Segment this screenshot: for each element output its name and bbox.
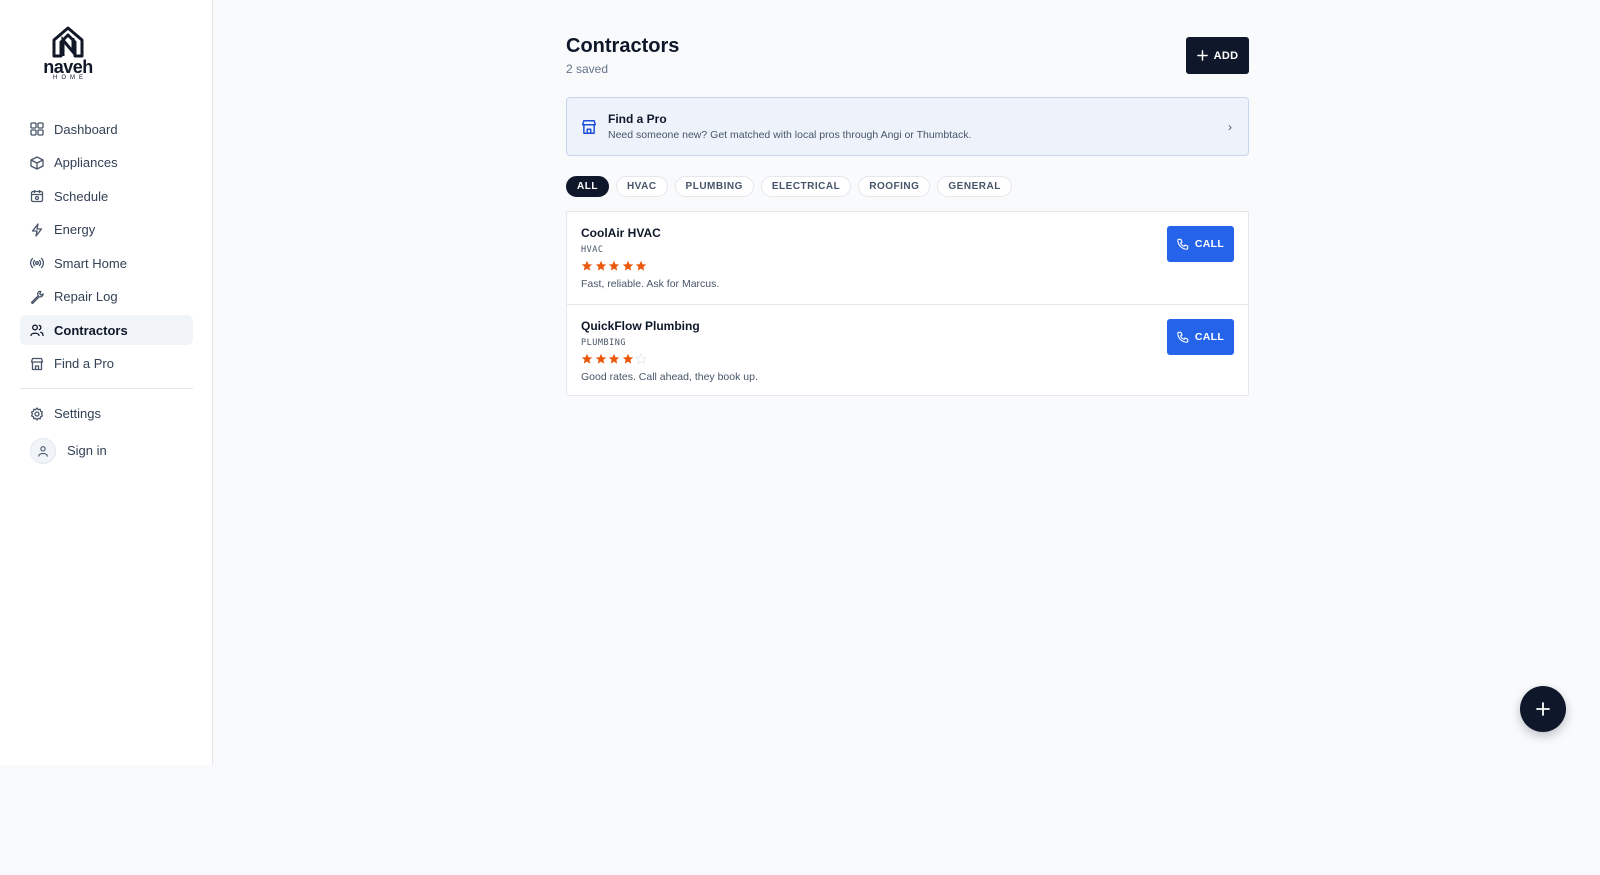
user-icon (38, 445, 48, 457)
star-filled-icon (608, 353, 620, 364)
sign-in-button[interactable]: Sign in (20, 433, 193, 469)
sidebar-item-settings[interactable]: Settings (20, 399, 193, 429)
phone-icon (1177, 238, 1189, 250)
sidebar-item-dashboard[interactable]: Dashboard (20, 114, 193, 144)
box-icon (30, 155, 44, 170)
contractor-row[interactable]: CoolAir HVAC HVAC Fast, reliable. Ask fo… (567, 212, 1248, 304)
contractor-name: QuickFlow Plumbing (581, 319, 700, 333)
sidebar-item-smart-home[interactable]: Smart Home (20, 248, 193, 278)
star-filled-icon (622, 353, 633, 364)
sidebar-item-label: Contractors (54, 322, 128, 338)
contractor-trade: HVAC (581, 245, 604, 255)
star-filled-icon (608, 260, 620, 271)
sidebar-item-label: Appliances (54, 155, 118, 170)
house-logo-icon (52, 26, 84, 58)
filter-all[interactable]: ALL (566, 176, 609, 197)
contractor-list: CoolAir HVAC HVAC Fast, reliable. Ask fo… (566, 211, 1249, 396)
chevron-right-icon: › (1228, 120, 1232, 134)
contractor-name: CoolAir HVAC (581, 226, 661, 240)
sidebar: naveh HOME Dashboard Appliances Schedule… (0, 0, 213, 765)
star-filled-icon (595, 260, 606, 271)
sidebar-item-energy[interactable]: Energy (20, 215, 193, 245)
sidebar-item-label: Energy (54, 222, 96, 237)
plus-icon (1536, 702, 1550, 716)
floating-add-button[interactable] (1520, 686, 1566, 732)
find-a-pro-banner[interactable]: Find a Pro Need someone new? Get matched… (566, 97, 1249, 156)
star-filled-icon (622, 260, 633, 271)
store-icon (581, 119, 597, 134)
trade-filters: ALL HVAC PLUMBING ELECTRICAL ROOFING GEN… (566, 176, 1019, 197)
filter-plumbing[interactable]: PLUMBING (674, 176, 754, 197)
sidebar-nav: Dashboard Appliances Schedule Energy Sma… (20, 114, 193, 469)
brand-name: naveh (43, 57, 93, 77)
plus-icon (1196, 50, 1208, 61)
lightning-icon (31, 222, 43, 237)
contractor-trade: PLUMBING (581, 338, 626, 348)
brand-sub: HOME (53, 75, 87, 81)
sidebar-item-label: Repair Log (54, 289, 118, 304)
users-icon (30, 324, 44, 337)
brand-logo[interactable]: naveh HOME (38, 26, 98, 84)
sidebar-item-label: Dashboard (54, 121, 118, 137)
sidebar-item-label: Schedule (54, 188, 109, 204)
sidebar-item-contractors[interactable]: Contractors (20, 315, 193, 345)
star-filled-icon (635, 260, 647, 271)
sidebar-item-schedule[interactable]: Schedule (20, 181, 193, 211)
calendar-icon (30, 190, 44, 203)
star-rating (581, 260, 1248, 272)
sidebar-item-repair-log[interactable]: Repair Log (20, 282, 193, 312)
sidebar-item-find-a-pro[interactable]: Find a Pro (20, 349, 193, 379)
call-button-label: CALL (1194, 238, 1225, 250)
sidebar-item-label: Find a Pro (54, 356, 114, 371)
call-button[interactable]: CALL (1167, 319, 1234, 355)
star-filled-icon (595, 353, 606, 364)
call-button-label: CALL (1194, 331, 1225, 343)
star-empty-icon (635, 353, 647, 365)
filter-roofing[interactable]: ROOFING (858, 176, 931, 197)
store-icon (30, 357, 44, 370)
contractor-note: Fast, reliable. Ask for Marcus. (581, 278, 720, 290)
avatar (30, 437, 56, 464)
star-filled-icon (581, 260, 593, 271)
filter-general[interactable]: GENERAL (937, 176, 1012, 197)
wrench-icon (30, 290, 44, 304)
contractor-note: Good rates. Call ahead, they book up. (581, 371, 758, 383)
find-a-pro-description: Need someone new? Get matched with local… (608, 129, 972, 141)
sidebar-divider (20, 387, 193, 389)
star-filled-icon (581, 353, 593, 364)
call-button[interactable]: CALL (1167, 226, 1234, 262)
add-button-label: ADD (1213, 49, 1239, 62)
find-a-pro-title: Find a Pro (608, 112, 667, 126)
filter-electrical[interactable]: ELECTRICAL (760, 176, 852, 197)
add-contractor-button[interactable]: ADD (1186, 37, 1249, 74)
radio-icon (30, 257, 44, 269)
sign-in-label: Sign in (67, 443, 107, 458)
phone-icon (1177, 331, 1189, 343)
page-title: Contractors (566, 35, 680, 57)
star-rating (581, 353, 1248, 365)
saved-count: 2 saved (566, 62, 609, 76)
sidebar-item-appliances[interactable]: Appliances (20, 148, 193, 178)
gear-icon (30, 406, 44, 421)
contractor-row[interactable]: QuickFlow Plumbing PLUMBING Good rates. … (567, 304, 1248, 396)
dashboard-icon (30, 122, 44, 136)
filter-hvac[interactable]: HVAC (615, 176, 668, 197)
sidebar-item-label: Settings (54, 406, 101, 421)
sidebar-item-label: Smart Home (54, 255, 127, 271)
